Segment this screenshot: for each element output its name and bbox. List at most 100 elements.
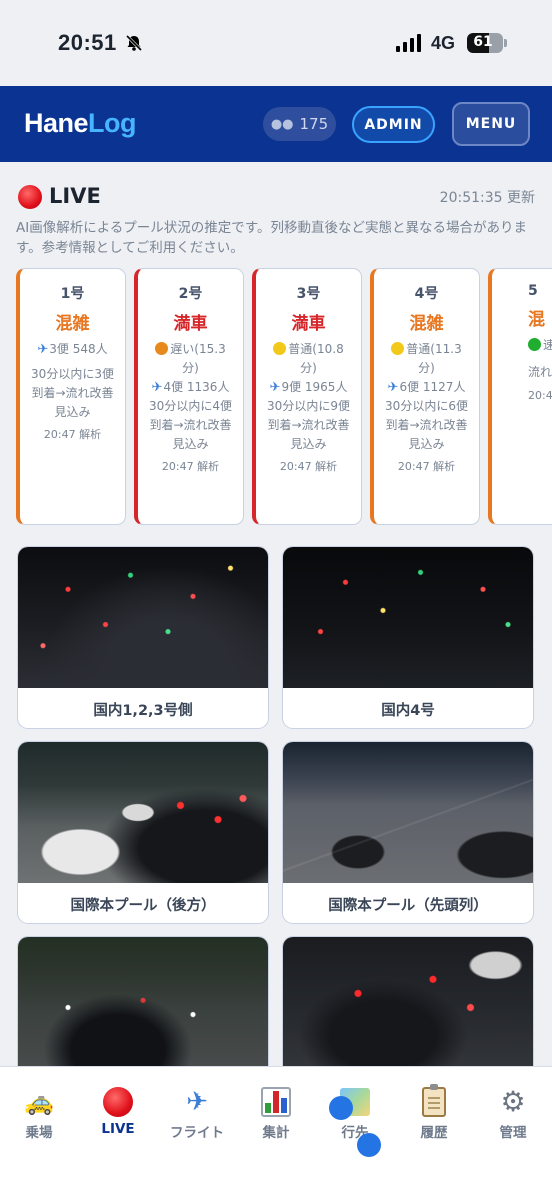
- camera-tile-domestic-123[interactable]: 国内1,2,3号側: [17, 546, 269, 729]
- status-card-3[interactable]: 3号 満車 普通(10.8 分) ✈9便 1965人 30分以内に9便 到着→流…: [252, 268, 362, 525]
- card-status: 混雑: [409, 314, 444, 334]
- app-header: HaneLog ●● 175 ADMIN MENU: [0, 86, 552, 162]
- card-speed-unit: 分): [300, 361, 317, 375]
- card-forecast-line: 到着→流れ改善: [385, 418, 468, 432]
- camera-image: [283, 742, 533, 883]
- menu-button[interactable]: MENU: [452, 102, 530, 146]
- camera-caption: 国際本プール（先頭列）: [328, 897, 488, 914]
- card-analyzed-time: 20:4: [528, 389, 552, 402]
- nav-item-live[interactable]: LIVE: [83, 1085, 153, 1137]
- live-disclaimer: AI画像解析によるプール状況の推定です。列移動直後など実態と異なる場合があります…: [16, 220, 527, 256]
- camera-image: [18, 742, 268, 883]
- card-forecast-line: 見込み: [290, 437, 327, 451]
- touch-indicator: [329, 1096, 353, 1120]
- card-forecast-line: 30分以内に3便: [31, 367, 114, 381]
- card-flights: 6便 1127人: [399, 380, 466, 394]
- card-forecast-line: 到着→流れ改善: [149, 418, 232, 432]
- live-indicator-icon: [18, 185, 42, 209]
- card-forecast-line: 見込み: [54, 405, 91, 419]
- nav-label: LIVE: [101, 1121, 135, 1137]
- nav-item-admin[interactable]: ⚙ 管理: [478, 1085, 548, 1141]
- battery-icon: 61: [467, 33, 503, 53]
- airplane-icon: ✈: [186, 1087, 208, 1117]
- nav-item-stats[interactable]: 集計: [241, 1085, 311, 1141]
- nav-label: 履歴: [420, 1125, 448, 1141]
- card-forecast-line: 見込み: [408, 437, 445, 451]
- users-icon: ●●: [270, 116, 294, 132]
- card-speed-unit: 分): [418, 361, 435, 375]
- card-flights: 4便 1136人: [163, 380, 230, 394]
- card-forecast-line: 30分以内に9便: [267, 399, 350, 413]
- camera-caption: 国内1,2,3号側: [93, 702, 193, 719]
- nav-item-boarding[interactable]: 🚕 乗場: [4, 1085, 74, 1141]
- card-analyzed-time: 20:47 解析: [161, 460, 220, 473]
- card-number: 2号: [178, 286, 203, 302]
- bar-chart-icon: [241, 1085, 311, 1119]
- airplane-icon: ✈: [269, 380, 281, 395]
- logo-hane: Hane: [24, 108, 89, 138]
- airplane-icon: ✈: [37, 342, 49, 357]
- card-forecast-line: 30分以内に6便: [385, 399, 468, 413]
- card-forecast-line: 30分以内に4便: [149, 399, 232, 413]
- terminal-status-carousel[interactable]: 1号 混雑 ✈3便 548人 30分以内に3便 到着→流れ改善 見込み 20:4…: [16, 268, 552, 526]
- bell-muted-icon: [125, 34, 143, 52]
- online-users-badge: ●● 175: [263, 107, 336, 141]
- status-card-4[interactable]: 4号 混雑 普通(11.3 分) ✈6便 1127人 30分以内に6便 到着→流…: [370, 268, 480, 525]
- card-number: 1号: [60, 286, 85, 302]
- camera-tile-intl-front[interactable]: 国際本プール（先頭列）: [282, 741, 534, 924]
- card-status: 混: [528, 310, 545, 330]
- card-speed: 普通(10.8: [288, 342, 344, 356]
- app-logo[interactable]: HaneLog: [24, 108, 137, 139]
- admin-button[interactable]: ADMIN: [352, 106, 435, 143]
- speed-dot-icon: [528, 338, 541, 351]
- nav-label: フライト: [170, 1125, 224, 1141]
- nav-label: 管理: [499, 1125, 527, 1141]
- card-analyzed-time: 20:47 解析: [43, 428, 102, 441]
- nav-item-flights[interactable]: ✈ フライト: [162, 1085, 232, 1141]
- nav-label: 乗場: [25, 1125, 53, 1141]
- red-circle-icon: [83, 1085, 153, 1119]
- status-card-1[interactable]: 1号 混雑 ✈3便 548人 30分以内に3便 到着→流れ改善 見込み 20:4…: [16, 268, 126, 525]
- clipboard-icon: [399, 1084, 469, 1119]
- status-card-2[interactable]: 2号 満車 遅い(15.3 分) ✈4便 1136人 30分以内に4便 到着→流…: [134, 268, 244, 525]
- card-analyzed-time: 20:47 解析: [397, 460, 456, 473]
- nav-label: 集計: [262, 1125, 290, 1141]
- airplane-icon: ✈: [387, 380, 399, 395]
- camera-image: [18, 937, 268, 1078]
- camera-image: [283, 547, 533, 688]
- camera-tile-domestic-4[interactable]: 国内4号: [282, 546, 534, 729]
- card-speed: 速: [543, 338, 552, 352]
- card-speed: 遅い(15.3: [170, 342, 226, 356]
- bottom-navigation: 🚕 乗場 LIVE ✈ フライト 集計 行先 履歴 ⚙ 管理: [0, 1066, 552, 1200]
- camera-caption: 国内4号: [381, 702, 435, 719]
- status-bar: 20:51 4G 61: [0, 0, 552, 86]
- camera-caption: 国際本プール（後方）: [70, 897, 216, 914]
- status-card-5[interactable]: 5 混 速 流れ 20:4: [488, 268, 552, 525]
- camera-tile-intl-rear[interactable]: 国際本プール（後方）: [17, 741, 269, 924]
- card-forecast-line: 流れ: [528, 365, 552, 379]
- speed-dot-icon: [273, 342, 287, 355]
- card-number: 3号: [296, 286, 321, 302]
- clock: 20:51: [58, 30, 117, 55]
- speed-dot-icon: [391, 342, 405, 355]
- gear-icon: ⚙: [500, 1085, 526, 1118]
- logo-log: Log: [88, 108, 137, 138]
- online-users-count: 175: [299, 115, 329, 133]
- card-status: 満車: [291, 314, 326, 334]
- taxi-icon: 🚕: [24, 1088, 54, 1116]
- card-speed-unit: 分): [182, 361, 199, 375]
- network-type: 4G: [431, 33, 456, 53]
- card-status: 満車: [173, 314, 208, 334]
- card-forecast-line: 到着→流れ改善: [31, 386, 114, 400]
- card-flights: 3便 548人: [49, 342, 108, 356]
- battery-tip: [504, 39, 507, 47]
- camera-image: [18, 547, 268, 688]
- speed-dot-icon: [155, 342, 169, 355]
- card-speed: 普通(11.3: [406, 342, 462, 356]
- nav-label: 行先: [341, 1125, 369, 1141]
- nav-item-history[interactable]: 履歴: [399, 1084, 469, 1141]
- card-analyzed-time: 20:47 解析: [279, 460, 338, 473]
- signal-icon: [396, 34, 421, 52]
- touch-indicator: [357, 1133, 381, 1157]
- card-number: 4号: [414, 286, 439, 302]
